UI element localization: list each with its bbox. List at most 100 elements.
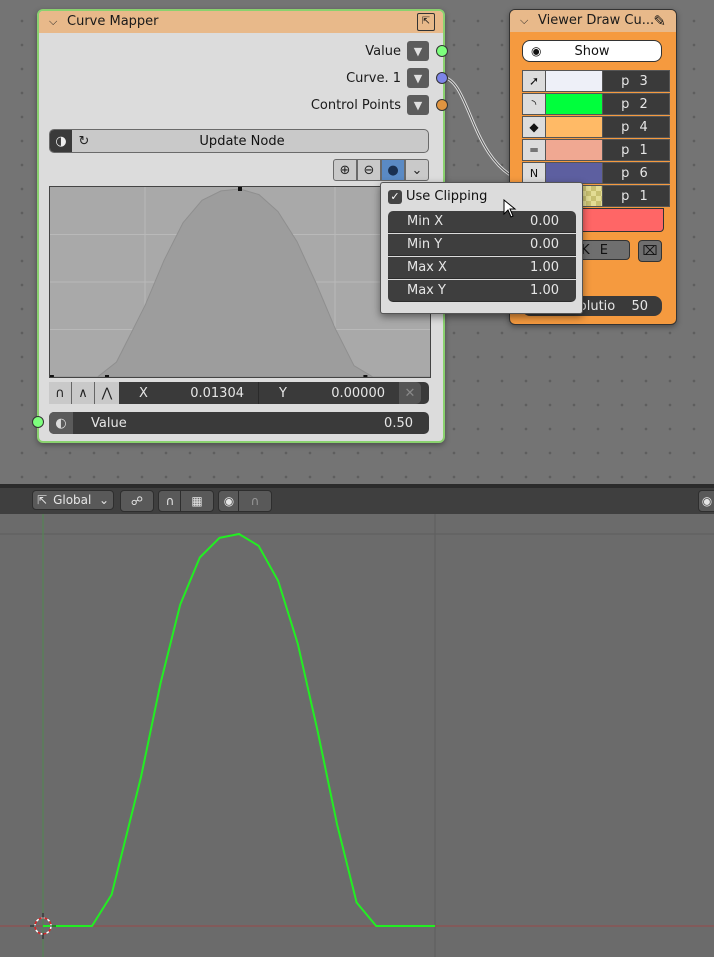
value-input-field[interactable]: ◐ Value 0.50 [49, 412, 429, 434]
color-swatch[interactable] [546, 139, 602, 161]
viewer-row[interactable]: N p 6 [522, 162, 670, 184]
color-swatch[interactable] [546, 116, 602, 138]
output-socket-control-points[interactable] [436, 99, 448, 111]
curve-canvas[interactable] [49, 186, 431, 378]
vertex-icon[interactable]: ➚ [522, 70, 546, 92]
collapse-chevron-icon[interactable]: ⌵ [520, 10, 528, 32]
dropdown-icon[interactable]: ▼ [407, 68, 429, 88]
viewer-row[interactable]: ◆ p 4 [522, 116, 670, 138]
max-x-field[interactable]: Max X 1.00 [388, 257, 576, 279]
clipping-popup[interactable]: ✓ Use Clipping Min X 0.00 Min Y 0.00 Max… [380, 182, 583, 314]
clipping-options-icon[interactable]: ● [381, 159, 405, 181]
orientation-icon: ⇱ [37, 493, 48, 507]
node-title: Curve Mapper [67, 14, 159, 29]
color-swatch[interactable] [546, 93, 602, 115]
frame-icon[interactable]: ⌧ [638, 240, 662, 262]
proportional-edit-icon: ◉ [223, 494, 235, 508]
field-value: 0.00 [530, 214, 559, 229]
snap-target-dropdown[interactable]: ▦ [180, 490, 214, 512]
y-label: Y [279, 385, 287, 401]
row-label[interactable]: p 3 [602, 70, 670, 92]
field-label: Max Y [407, 283, 446, 298]
transform-orientation-dropdown[interactable]: ⇱ Global ⌄ [32, 490, 114, 510]
output-label: Value [365, 43, 401, 59]
falloff-dropdown[interactable]: ∩ [238, 490, 272, 512]
dropdown-icon[interactable]: ▼ [407, 95, 429, 115]
field-label: Min X [407, 214, 444, 229]
proportional-edit-toggle[interactable]: ◉ [218, 490, 240, 512]
update-node-button[interactable]: ◑ ↻ Update Node [49, 129, 429, 153]
x-value: 0.01304 [190, 385, 244, 401]
use-clipping-row[interactable]: ✓ Use Clipping [388, 189, 487, 204]
field-value: 1.00 [530, 260, 559, 275]
node-header[interactable]: ⌵ Curve Mapper ⇱ [39, 11, 443, 33]
refresh-icon: ↻ [78, 133, 90, 149]
row-label[interactable]: p 1 [602, 139, 670, 161]
snap-toggle[interactable]: ∩ [158, 490, 182, 512]
dropdown-icon[interactable]: ▼ [407, 41, 429, 61]
output-socket-curve[interactable] [436, 72, 448, 84]
row-label[interactable]: p 1 [602, 185, 670, 207]
field-label: Max X [407, 260, 447, 275]
value-label: Value [91, 415, 127, 431]
curve-graph[interactable] [50, 187, 430, 377]
falloff-icon: ∩ [250, 494, 260, 508]
row-label[interactable]: p 2 [602, 93, 670, 115]
y-value: 0.00000 [331, 385, 385, 401]
viewer-row[interactable]: ◝ p 2 [522, 93, 670, 115]
control-point [363, 375, 368, 377]
viewer-row[interactable]: ═ p 1 [522, 139, 670, 161]
viewport-curve [43, 533, 435, 927]
update-node-label: Update Node [199, 133, 285, 149]
min-x-field[interactable]: Min X 0.00 [388, 211, 576, 233]
diamond-icon[interactable]: ◆ [522, 116, 546, 138]
orientation-label: Global [53, 493, 92, 507]
viewport-header: ⇱ Global ⌄ ☍ ∩ ▦ ◉ ∩ ◉ [0, 488, 714, 514]
handle-vector-icon[interactable]: ∧ [72, 382, 95, 404]
normals-icon[interactable]: N [522, 162, 546, 184]
point-coords-row: ∩ ∧ ⋀ X 0.01304 Y 0.00000 ✕ [49, 382, 429, 404]
collapse-chevron-icon[interactable]: ⌵ [49, 11, 57, 33]
node-preview-icon[interactable]: ⇱ [417, 13, 435, 31]
pencil-icon[interactable]: ✎ [653, 10, 666, 32]
min-y-field[interactable]: Min Y 0.00 [388, 234, 576, 256]
row-label[interactable]: p 6 [602, 162, 670, 184]
handle-auto-icon[interactable]: ∩ [49, 382, 72, 404]
color-swatch[interactable] [546, 70, 602, 92]
3d-viewport[interactable] [0, 514, 714, 957]
color-swatch[interactable] [546, 162, 602, 184]
node-header[interactable]: ⌵ Viewer Draw Cu... ✎ [510, 10, 676, 32]
zoom-in-icon[interactable]: ⊕ [333, 159, 357, 181]
field-value: 1.00 [530, 283, 559, 298]
node-editor[interactable]: ⌵ Curve Mapper ⇱ Value ▼ Curve. 1 ▼ Cont… [0, 0, 714, 484]
curve-icon[interactable]: ◝ [522, 93, 546, 115]
output-socket-value[interactable] [436, 45, 448, 57]
viewport-overlay-button[interactable]: ◉ [698, 490, 714, 512]
output-label: Control Points [310, 97, 401, 113]
control-point [50, 375, 54, 377]
row-label[interactable]: p 4 [602, 116, 670, 138]
chevron-down-icon[interactable]: ⌄ [405, 159, 429, 181]
handle-auto-clamped-icon[interactable]: ⋀ [95, 382, 119, 404]
point-x-field[interactable]: X 0.01304 [119, 382, 259, 404]
x-label: X [139, 385, 148, 401]
resolution-value: 50 [631, 298, 648, 314]
viewer-row[interactable]: ➚ p 3 [522, 70, 670, 92]
lines-icon[interactable]: ═ [522, 139, 546, 161]
max-y-field[interactable]: Max Y 1.00 [388, 280, 576, 302]
delete-point-icon[interactable]: ✕ [399, 382, 421, 404]
input-socket-value[interactable] [32, 416, 44, 428]
snap-increment-icon: ▦ [191, 494, 203, 508]
output-value-row: Value ▼ [365, 40, 429, 62]
eye-icon: ◉ [701, 494, 713, 508]
viewport-scene[interactable] [0, 514, 714, 957]
use-clipping-checkbox[interactable]: ✓ [388, 189, 402, 204]
zoom-out-icon[interactable]: ⊖ [357, 159, 381, 181]
output-label: Curve. 1 [346, 70, 401, 86]
point-y-field[interactable]: Y 0.00000 [259, 382, 399, 404]
control-point [238, 187, 242, 191]
use-clipping-label: Use Clipping [406, 189, 488, 204]
input-link-icon[interactable]: ◐ [49, 412, 73, 434]
show-button[interactable]: ◉ Show [522, 40, 662, 62]
pivot-point-dropdown[interactable]: ☍ [120, 490, 154, 512]
